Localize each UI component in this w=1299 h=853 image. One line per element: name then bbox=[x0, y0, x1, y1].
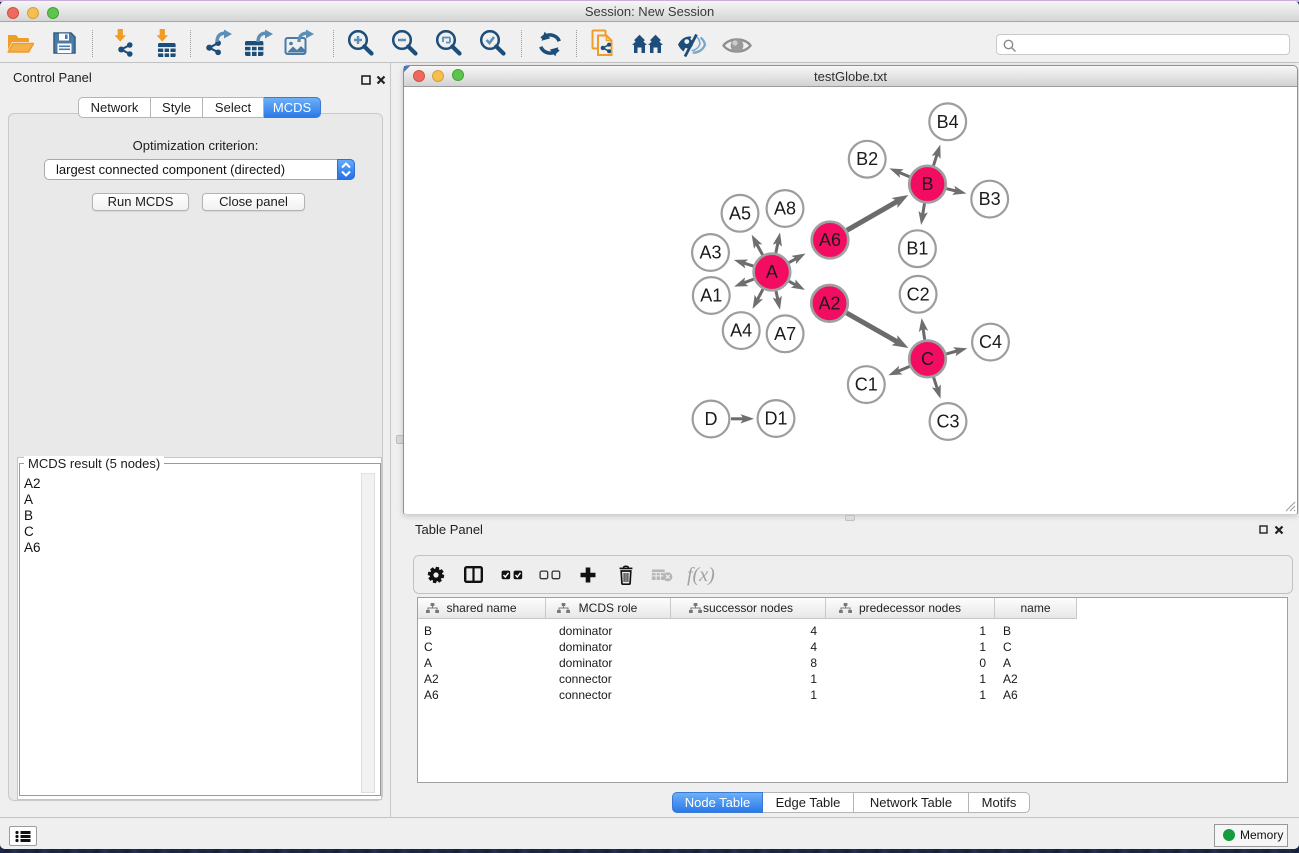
svg-text:C3: C3 bbox=[936, 412, 959, 432]
svg-text:A3: A3 bbox=[699, 243, 721, 263]
svg-text:B4: B4 bbox=[937, 112, 959, 132]
svg-text:A4: A4 bbox=[730, 321, 752, 341]
svg-text:A: A bbox=[766, 262, 778, 282]
svg-text:B1: B1 bbox=[906, 239, 928, 259]
svg-text:A8: A8 bbox=[774, 199, 796, 219]
svg-text:B: B bbox=[921, 174, 933, 194]
svg-text:C: C bbox=[921, 349, 934, 369]
svg-text:C4: C4 bbox=[979, 332, 1002, 352]
svg-text:C2: C2 bbox=[907, 284, 930, 304]
svg-text:A5: A5 bbox=[729, 203, 751, 223]
svg-text:A7: A7 bbox=[774, 324, 796, 344]
svg-text:B2: B2 bbox=[856, 149, 878, 169]
svg-text:B3: B3 bbox=[979, 189, 1001, 209]
svg-text:D1: D1 bbox=[764, 409, 787, 429]
svg-text:D: D bbox=[705, 409, 718, 429]
svg-text:A1: A1 bbox=[700, 286, 722, 306]
svg-text:A2: A2 bbox=[818, 293, 840, 313]
svg-text:A6: A6 bbox=[819, 230, 841, 250]
svg-text:C1: C1 bbox=[855, 375, 878, 395]
